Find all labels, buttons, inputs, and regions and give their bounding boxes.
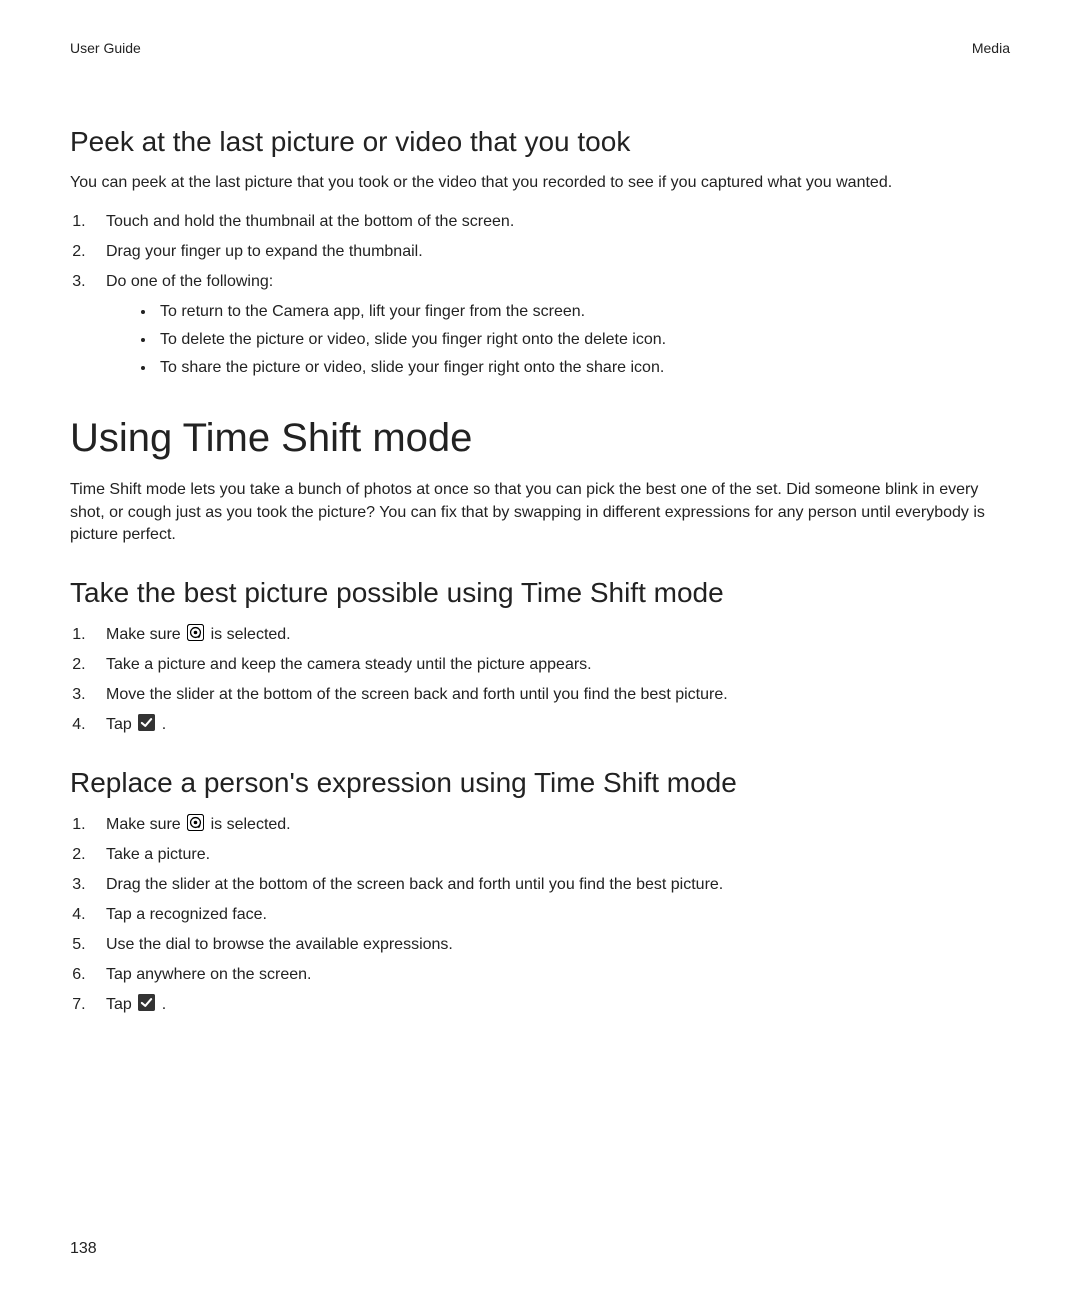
header-left: User Guide	[70, 40, 141, 56]
section-intro-peek: You can peek at the last picture that yo…	[70, 172, 1010, 194]
list-item: Drag the slider at the bottom of the scr…	[90, 873, 1010, 897]
replace-expression-steps: Make sure is selected. Take a picture. D…	[70, 813, 1010, 1017]
list-item: To return to the Camera app, lift your f…	[156, 300, 1010, 324]
list-item: To delete the picture or video, slide yo…	[156, 328, 1010, 352]
time-shift-icon	[187, 624, 204, 641]
list-item: Use the dial to browse the available exp…	[90, 933, 1010, 957]
list-item: Tap a recognized face.	[90, 903, 1010, 927]
step-text-post: is selected.	[206, 626, 290, 643]
peek-step3-options: To return to the Camera app, lift your f…	[106, 300, 1010, 380]
step-text-post: .	[157, 716, 166, 733]
section-heading-timeshift: Using Time Shift mode	[70, 416, 1010, 461]
list-item: Do one of the following: To return to th…	[90, 270, 1010, 380]
step-text-pre: Tap	[106, 716, 136, 733]
page-header: User Guide Media	[70, 40, 1010, 56]
section-heading-best-picture: Take the best picture possible using Tim…	[70, 577, 1010, 609]
checkmark-icon	[138, 714, 155, 731]
peek-steps: Touch and hold the thumbnail at the bott…	[70, 210, 1010, 380]
list-item: Tap .	[90, 713, 1010, 737]
list-item: Take a picture.	[90, 843, 1010, 867]
list-item: Make sure is selected.	[90, 623, 1010, 647]
time-shift-icon	[187, 814, 204, 831]
section-heading-peek: Peek at the last picture or video that y…	[70, 126, 1010, 158]
section-intro-timeshift: Time Shift mode lets you take a bunch of…	[70, 479, 1010, 546]
list-item: Touch and hold the thumbnail at the bott…	[90, 210, 1010, 234]
step-text-post: .	[157, 996, 166, 1013]
list-item: Make sure is selected.	[90, 813, 1010, 837]
list-item: To share the picture or video, slide you…	[156, 356, 1010, 380]
document-page: User Guide Media Peek at the last pictur…	[0, 0, 1080, 1296]
step-text: Do one of the following:	[106, 273, 273, 290]
step-text-pre: Tap	[106, 996, 136, 1013]
step-text-pre: Make sure	[106, 626, 185, 643]
list-item: Drag your finger up to expand the thumbn…	[90, 240, 1010, 264]
best-picture-steps: Make sure is selected. Take a picture an…	[70, 623, 1010, 737]
step-text-post: is selected.	[206, 816, 290, 833]
header-right: Media	[972, 40, 1010, 56]
step-text-pre: Make sure	[106, 816, 185, 833]
list-item: Move the slider at the bottom of the scr…	[90, 683, 1010, 707]
list-item: Tap .	[90, 993, 1010, 1017]
list-item: Take a picture and keep the camera stead…	[90, 653, 1010, 677]
checkmark-icon	[138, 994, 155, 1011]
list-item: Tap anywhere on the screen.	[90, 963, 1010, 987]
section-heading-replace-expression: Replace a person's expression using Time…	[70, 767, 1010, 799]
page-number: 138	[70, 1240, 97, 1258]
